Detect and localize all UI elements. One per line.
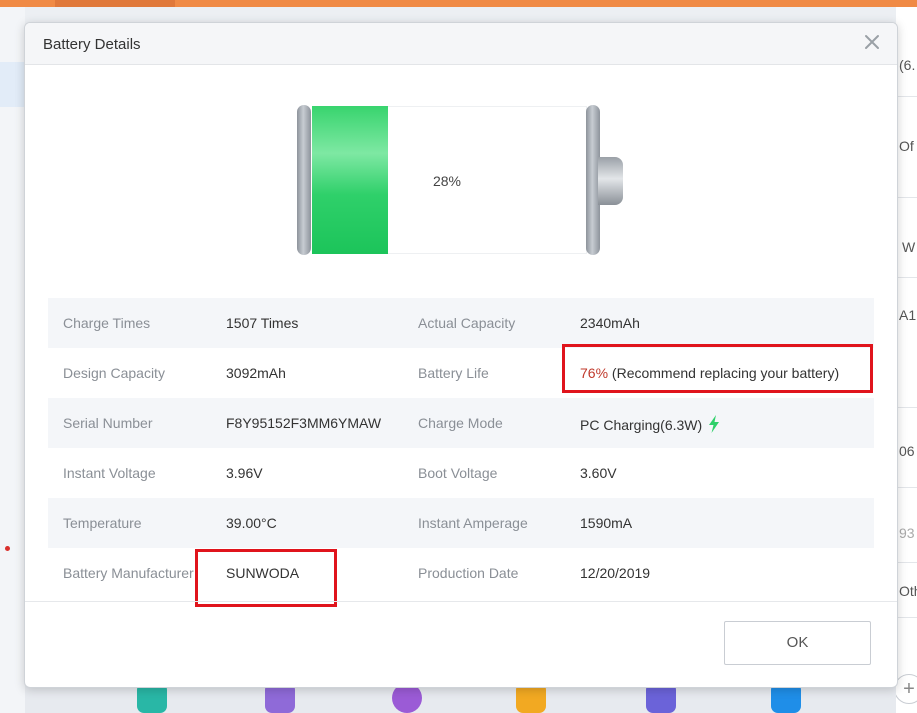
battery-details-dialog: Battery Details 28% Charge Times 1507 Ti… xyxy=(24,22,898,688)
table-row: Temperature 39.00°C Instant Amperage 159… xyxy=(48,498,874,548)
notification-dot xyxy=(5,546,10,551)
charge-mode-text: PC Charging(6.3W) xyxy=(580,417,703,433)
temperature-label: Temperature xyxy=(63,515,142,531)
battery-life-label: Battery Life xyxy=(418,365,489,381)
bg-text-fragment: A1 xyxy=(899,307,917,323)
production-date-value: 12/20/2019 xyxy=(580,565,651,581)
charge-times-value: 1507 Times xyxy=(226,315,299,331)
bg-text-fragment: 93 xyxy=(899,525,915,541)
battery-info-table: Charge Times 1507 Times Actual Capacity … xyxy=(48,298,874,598)
instant-amperage-value: 1590mA xyxy=(580,515,633,531)
table-row: Instant Voltage 3.96V Boot Voltage 3.60V xyxy=(48,448,874,498)
bg-text-fragment: W xyxy=(902,239,916,255)
battery-percent-label: 28% xyxy=(432,173,462,189)
boot-voltage-value: 3.60V xyxy=(580,465,617,481)
charge-mode-label: Charge Mode xyxy=(418,415,503,431)
app-left-panel xyxy=(0,7,25,713)
battery-manufacturer-label: Battery Manufacturer xyxy=(63,565,194,581)
instant-amperage-label: Instant Amperage xyxy=(418,515,528,531)
instant-voltage-label: Instant Voltage xyxy=(63,465,156,481)
production-date-label: Production Date xyxy=(418,565,519,581)
battery-terminal xyxy=(598,157,623,205)
app-top-bar xyxy=(0,0,917,7)
footer-divider xyxy=(25,601,897,602)
table-row: Battery Manufacturer SUNWODA Production … xyxy=(48,548,874,598)
dialog-header: Battery Details xyxy=(25,23,897,65)
bg-text-fragment: (6. xyxy=(899,57,916,73)
actual-capacity-value: 2340mAh xyxy=(580,315,640,331)
charge-mode-value: PC Charging(6.3W) xyxy=(580,415,720,436)
bg-text-fragment: Oth xyxy=(899,583,917,599)
app-left-selected-item[interactable] xyxy=(0,62,25,107)
charge-times-label: Charge Times xyxy=(63,315,151,331)
table-row: Charge Times 1507 Times Actual Capacity … xyxy=(48,298,874,348)
dialog-title: Battery Details xyxy=(43,36,141,53)
instant-voltage-value: 3.96V xyxy=(226,465,263,481)
highlight-box-battery-life xyxy=(562,344,873,393)
serial-number-value: F8Y95152F3MM6YMAW xyxy=(226,415,382,431)
app-right-panel: (6. Of W A1 06 93 Oth + xyxy=(894,7,917,713)
highlight-box-manufacturer xyxy=(195,549,337,607)
design-capacity-label: Design Capacity xyxy=(63,365,165,381)
app-top-tab[interactable] xyxy=(55,0,175,7)
table-row: Serial Number F8Y95152F3MM6YMAW Charge M… xyxy=(48,398,874,448)
battery-graphic: 28% xyxy=(297,105,627,257)
design-capacity-value: 3092mAh xyxy=(226,365,286,381)
bg-text-fragment: 06 xyxy=(899,443,915,459)
lightning-bolt-icon xyxy=(708,415,720,436)
actual-capacity-label: Actual Capacity xyxy=(418,315,516,331)
serial-number-label: Serial Number xyxy=(63,415,153,431)
ok-button[interactable]: OK xyxy=(724,621,871,665)
boot-voltage-label: Boot Voltage xyxy=(418,465,498,481)
temperature-value: 39.00°C xyxy=(226,515,277,531)
close-icon[interactable] xyxy=(861,31,883,53)
bg-text-fragment: Of xyxy=(899,138,914,154)
